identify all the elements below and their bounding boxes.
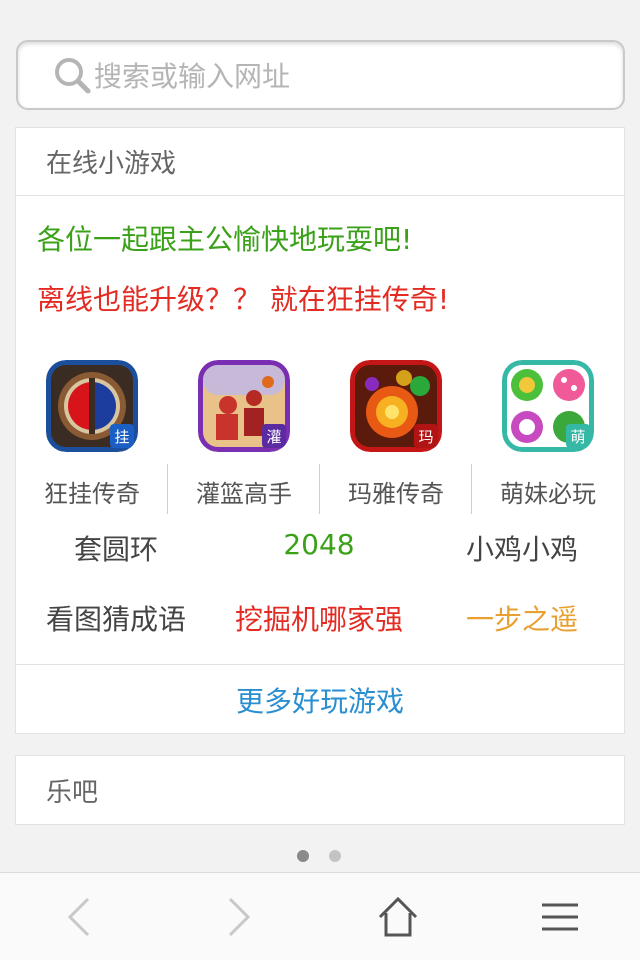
bottom-toolbar: [0, 872, 640, 960]
link-row: 套圆环 2048 小鸡小鸡: [16, 528, 626, 578]
back-arrow-icon[interactable]: [56, 893, 104, 941]
link-row: 看图猜成语 挖掘机哪家强 一步之遥: [16, 598, 626, 648]
game-kuanggua-icon: 挂: [46, 360, 138, 452]
svg-text:挂: 挂: [114, 428, 129, 446]
page-dot[interactable]: [297, 850, 309, 862]
card-title: 在线小游戏: [16, 128, 624, 196]
game-app-label: 灌篮高手: [196, 480, 292, 508]
game-app-label: 萌妹必玩: [500, 480, 596, 508]
svg-text:萌: 萌: [570, 428, 585, 446]
game-app-mengmei[interactable]: 萌 萌妹必玩: [472, 360, 624, 516]
game-link[interactable]: 2048: [219, 528, 419, 561]
svg-text:灌: 灌: [266, 428, 281, 446]
game-app-label: 玛雅传奇: [348, 480, 444, 508]
page-indicator: [297, 850, 341, 862]
page-dot[interactable]: [329, 850, 341, 862]
game-link[interactable]: 小鸡小鸡: [422, 528, 622, 568]
game-app-kuanggua[interactable]: 挂 狂挂传奇: [16, 360, 168, 516]
promo-link-1[interactable]: 各位一起跟主公愉快地玩耍吧!: [37, 218, 412, 258]
search-placeholder[interactable]: 搜索或输入网址: [94, 55, 290, 95]
game-link[interactable]: 看图猜成语: [16, 598, 216, 638]
game-link[interactable]: 挖掘机哪家强: [219, 598, 419, 638]
more-games-link[interactable]: 更多好玩游戏: [16, 664, 624, 734]
le-ba-card[interactable]: 乐吧: [15, 755, 625, 825]
promo-link-2[interactable]: 离线也能升级？？ 就在狂挂传奇!: [37, 278, 449, 318]
svg-text:玛: 玛: [418, 428, 433, 446]
home-icon[interactable]: [374, 893, 422, 941]
game-link[interactable]: 套圆环: [16, 528, 216, 568]
game-app-maya[interactable]: 玛 玛雅传奇: [320, 360, 472, 516]
online-games-card: 在线小游戏 各位一起跟主公愉快地玩耍吧! 离线也能升级？？ 就在狂挂传奇! 挂 …: [15, 127, 625, 734]
forward-arrow-icon[interactable]: [214, 893, 262, 941]
card-title: 乐吧: [46, 777, 99, 808]
game-guanlan-icon: 灌: [198, 360, 290, 452]
game-app-label: 狂挂传奇: [44, 480, 140, 508]
game-maya-icon: 玛: [350, 360, 442, 452]
search-bar[interactable]: 搜索或输入网址: [16, 40, 625, 110]
search-icon: [55, 58, 91, 94]
game-link[interactable]: 一步之遥: [422, 598, 622, 638]
game-app-guanlan[interactable]: 灌 灌篮高手: [168, 360, 320, 516]
menu-icon[interactable]: [536, 893, 584, 941]
game-mengmei-icon: 萌: [502, 360, 594, 452]
game-app-grid: 挂 狂挂传奇 灌 灌篮高手 玛 玛雅传奇 萌 萌妹必玩: [16, 360, 626, 516]
